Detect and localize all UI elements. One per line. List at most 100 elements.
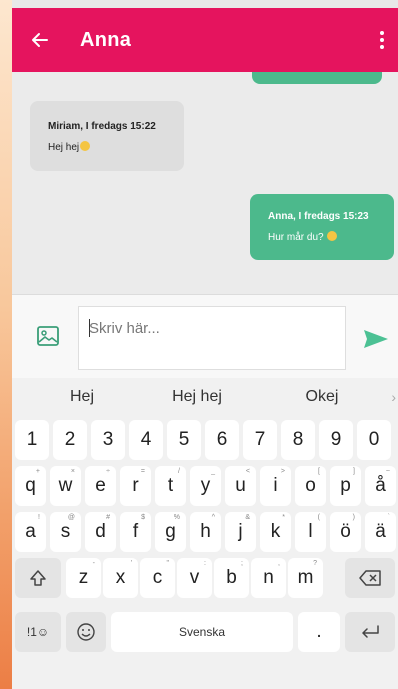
key-o[interactable]: o[ [295,466,326,506]
key-label: d [95,521,106,542]
key-label: 7 [254,429,266,450]
key-label: o [305,475,316,496]
key-b[interactable]: b; [214,558,249,598]
key-4[interactable]: 4 [129,420,163,460]
key-k[interactable]: k * [260,512,291,552]
key-q[interactable]: q + [15,466,46,506]
key-z[interactable]: z- [66,558,101,598]
suggestion-3[interactable]: Okej [287,378,357,416]
key-hint: ^ [211,514,215,521]
message-text-line: Hur mår du? [268,231,338,243]
key-hint: % [173,514,180,521]
key-hint: > [280,468,285,475]
key-5[interactable]: 5 [167,420,201,460]
key-3[interactable]: 3 [91,420,125,460]
emoji-key[interactable] [66,612,106,652]
key-u[interactable]: u < [225,466,256,506]
key-x[interactable]: x ' [103,558,138,598]
message-list[interactable]: Miriam, I fredags 15:22 Hej hej Anna, I … [12,72,398,294]
key-e[interactable]: e ÷ [85,466,116,506]
key-label: v [189,567,200,588]
period-key[interactable]: . [298,612,340,652]
key-0[interactable]: 0 [357,420,391,460]
key-å[interactable]: å ~ [365,466,396,506]
key-hint: ` [387,514,390,521]
key-label: ä [375,521,386,542]
key-label: 8 [292,429,304,450]
key-label: 9 [330,429,342,450]
backspace-key[interactable] [345,558,395,598]
suggestion-2[interactable]: Hej hej [162,378,232,416]
more-options-icon[interactable] [372,28,392,52]
key-label: n [263,567,274,588]
key-p[interactable]: p] [330,466,361,506]
space-key[interactable]: Svenska [111,612,293,652]
status-bar [12,0,398,8]
key-label: å [375,475,386,496]
key-m[interactable]: m? [288,558,323,598]
chat-app: Anna Miriam, I fredags 15:22 Hej hej Ann… [12,0,398,689]
key-label: f [132,521,139,542]
key-ä[interactable]: ä ` [365,512,396,552]
on-screen-keyboard: Hej Hej hej Okej › 1 2 3 4 5 6 7 8 9 0 q + w × e ÷ r = t / y _ u < i… [12,378,398,689]
key-c[interactable]: c " [140,558,175,598]
key-i[interactable]: i > [260,466,291,506]
suggestion-1[interactable]: Hej [47,378,117,416]
key-l[interactable]: l( [295,512,326,552]
key-label: 6 [216,429,228,450]
key-6[interactable]: 6 [205,420,239,460]
key-label: ö [340,521,351,542]
message-input[interactable]: Skriv här... [78,306,346,370]
key-hint: ' [130,560,132,567]
outgoing-message[interactable]: Anna, I fredags 15:23 Hur mår du? [250,194,394,260]
image-attach-icon[interactable] [36,325,60,347]
shift-icon [30,570,46,586]
key-g[interactable]: g% [155,512,186,552]
key-hint: $ [141,514,145,521]
key-2[interactable]: 2 [53,420,87,460]
key-hint: @ [67,514,75,521]
back-arrow-icon[interactable] [28,28,52,52]
conversation-title: Anna [80,29,132,51]
key-hint: ) [352,514,355,521]
symbols-key[interactable]: !1☺ [15,612,61,652]
key-y[interactable]: y _ [190,466,221,506]
shift-key[interactable] [15,558,61,598]
key-d[interactable]: d # [85,512,116,552]
suggestions-expand-icon[interactable]: › [391,378,396,416]
key-9[interactable]: 9 [319,420,353,460]
key-n[interactable]: n, [251,558,286,598]
key-w[interactable]: w × [50,466,81,506]
message-text-line: Hej hej [48,141,91,153]
send-icon[interactable] [362,328,390,350]
key-f[interactable]: f $ [120,512,151,552]
key-7[interactable]: 7 [243,420,277,460]
key-1[interactable]: 1 [15,420,49,460]
key-label: 5 [178,429,190,450]
key-hint: ? [313,560,317,567]
backspace-icon [359,570,381,586]
key-hint: , [278,560,280,567]
key-label: j [238,521,243,542]
key-label: r [132,475,139,496]
enter-key[interactable] [345,612,395,652]
top-app-bar: Anna [12,8,398,72]
key-r[interactable]: r = [120,466,151,506]
key-hint: + [35,468,40,475]
key-label: i [273,475,278,496]
incoming-message[interactable]: Miriam, I fredags 15:22 Hej hej [30,101,184,171]
key-v[interactable]: v: [177,558,212,598]
key-h[interactable]: h ^ [190,512,221,552]
key-label: y [200,475,211,496]
key-t[interactable]: t / [155,466,186,506]
key-hint: ; [241,560,243,567]
key-label: b [226,567,237,588]
key-s[interactable]: s @ [50,512,81,552]
key-a[interactable]: a! [15,512,46,552]
key-j[interactable]: j & [225,512,256,552]
key-hint: ~ [385,468,390,475]
key-label: a [25,521,36,542]
key-ö[interactable]: ö) [330,512,361,552]
key-8[interactable]: 8 [281,420,315,460]
key-hint: ÷ [106,468,110,475]
